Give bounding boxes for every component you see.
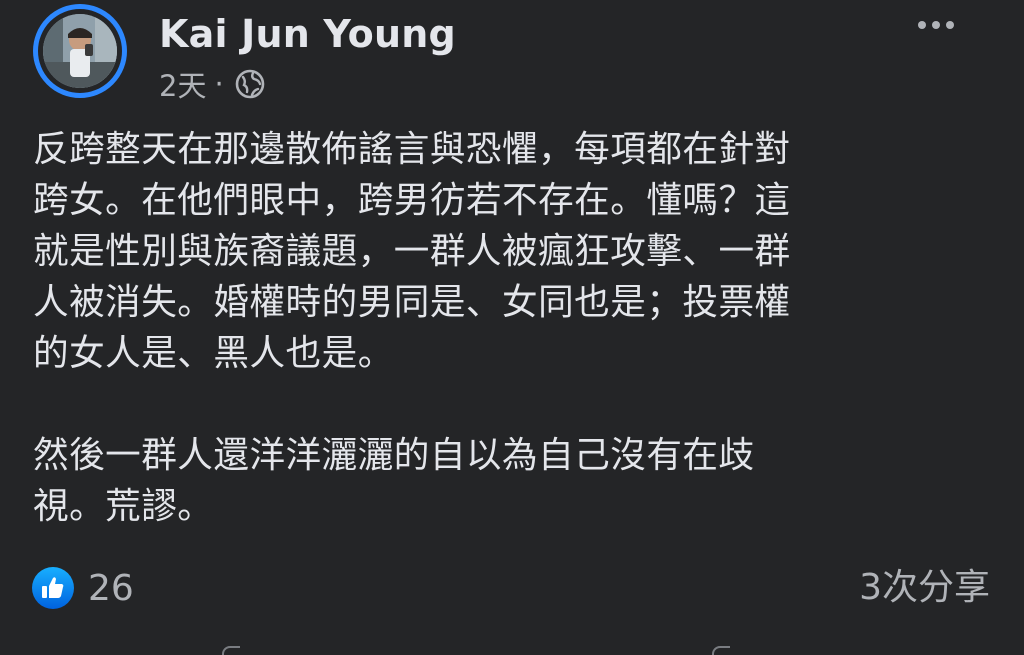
facebook-post: Kai Jun Young 2天 · 反跨整天在那邊散佈謠言與恐懼，每項都在針對… <box>0 0 1024 655</box>
story-ring[interactable] <box>33 4 127 98</box>
globe-icon[interactable] <box>234 68 266 100</box>
reactions-summary[interactable]: 26 <box>32 565 134 611</box>
action-icon-edge <box>712 646 730 655</box>
post-body: 反跨整天在那邊散佈謠言與恐懼，每項都在針對 跨女。在他們眼中，跨男彷若不存在。懂… <box>33 129 791 527</box>
post-time[interactable]: 2天 <box>159 63 206 105</box>
meta-separator: · <box>214 67 224 101</box>
action-bar-edge <box>0 640 1024 655</box>
like-icon <box>32 567 74 609</box>
avatar-photo <box>43 14 117 88</box>
author-name[interactable]: Kai Jun Young <box>159 12 456 56</box>
like-count: 26 <box>88 567 134 609</box>
action-icon-edge <box>222 646 240 655</box>
avatar[interactable] <box>43 14 117 88</box>
share-count[interactable]: 3次分享 <box>859 565 990 611</box>
post-meta: 2天 · <box>159 63 266 105</box>
more-options-icon[interactable] <box>912 10 960 40</box>
post-header: Kai Jun Young 2天 · <box>33 4 1024 104</box>
